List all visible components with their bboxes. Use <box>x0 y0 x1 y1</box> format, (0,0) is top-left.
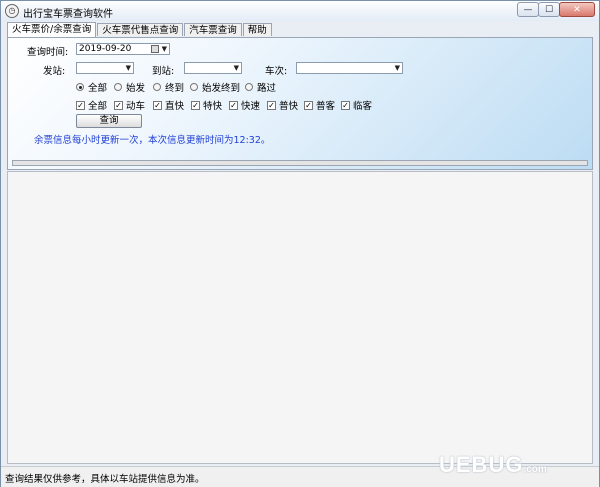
calendar-icon[interactable] <box>151 45 159 53</box>
radio-dot-icon <box>153 83 161 91</box>
minimize-button[interactable]: — <box>517 2 539 17</box>
date-picker[interactable]: 2019-09-20 ▼ <box>76 43 170 55</box>
radio-origin-terminal[interactable]: 始发终到 <box>190 80 240 94</box>
radio-label: 路过 <box>257 83 277 94</box>
check-label: 全部 <box>88 101 108 112</box>
tab-agency-query[interactable]: 火车票代售点查询 <box>97 23 184 36</box>
to-station-select[interactable]: ▼ <box>184 62 242 74</box>
progress-bar <box>12 160 588 166</box>
results-area[interactable] <box>7 171 593 464</box>
radio-label: 始发 <box>126 83 146 94</box>
check-all[interactable]: ✓ 全部 <box>76 98 107 112</box>
checkmark-icon: ✓ <box>229 100 238 110</box>
check-label: 普客 <box>316 101 336 112</box>
check-direct-express[interactable]: ✓ 直快 <box>153 98 184 112</box>
watermark-text: UEBUG <box>439 452 524 477</box>
check-label: 动车 <box>126 101 146 112</box>
watermark-suffix: .com <box>523 464 547 475</box>
chevron-down-icon[interactable]: ▼ <box>395 63 400 73</box>
check-label: 普快 <box>279 101 299 112</box>
update-info-text: 余票信息每小时更新一次，本次信息更新时间为12:32。 <box>34 135 271 146</box>
window-title: 出行宝车票查询软件 <box>23 9 113 20</box>
query-button[interactable]: 查询 <box>76 114 142 128</box>
checkmark-icon: ✓ <box>153 100 162 110</box>
tab-bus-ticket[interactable]: 汽车票查询 <box>184 23 242 36</box>
check-ordinary-express[interactable]: ✓ 普快 <box>267 98 298 112</box>
date-label: 查询时间: <box>27 47 69 58</box>
checkmark-icon: ✓ <box>304 100 313 110</box>
train-label: 车次: <box>265 66 288 77</box>
radio-passing[interactable]: 路过 <box>245 80 276 94</box>
check-label: 快速 <box>241 101 261 112</box>
title-bar[interactable]: ◷ 出行宝车票查询软件 — ☐ ✕ <box>1 1 599 21</box>
from-station-select[interactable]: ▼ <box>76 62 134 74</box>
checkmark-icon: ✓ <box>191 100 200 110</box>
check-fast[interactable]: ✓ 快速 <box>229 98 260 112</box>
check-label: 直快 <box>165 101 185 112</box>
maximize-button[interactable]: ☐ <box>538 2 560 17</box>
chevron-down-icon[interactable]: ▼ <box>126 63 131 73</box>
checkmark-icon: ✓ <box>267 100 276 110</box>
clock-icon: ◷ <box>5 4 19 18</box>
radio-label: 全部 <box>88 83 108 94</box>
to-label: 到站: <box>152 66 175 77</box>
radio-dot-icon <box>114 83 122 91</box>
tab-ticket-price[interactable]: 火车票价/余票查询 <box>7 22 97 37</box>
tab-help[interactable]: 帮助 <box>242 23 272 36</box>
check-emu[interactable]: ✓ 动车 <box>114 98 145 112</box>
radio-dot-icon <box>190 83 198 91</box>
radio-all[interactable]: 全部 <box>76 80 107 94</box>
checkmark-icon: ✓ <box>76 100 85 110</box>
check-temporary[interactable]: ✓ 临客 <box>341 98 372 112</box>
chevron-down-icon[interactable]: ▼ <box>162 44 167 54</box>
radio-dot-icon <box>76 83 84 91</box>
tab-bar: 火车票价/余票查询 火车票代售点查询 汽车票查询 帮助 <box>7 22 273 37</box>
chevron-down-icon[interactable]: ▼ <box>234 63 239 73</box>
app-window: ◷ 出行宝车票查询软件 — ☐ ✕ 火车票价/余票查询 火车票代售点查询 汽车票… <box>0 0 600 487</box>
close-button[interactable]: ✕ <box>559 2 595 17</box>
status-text: 查询结果仅供参考，具体以车站提供信息为准。 <box>5 474 205 485</box>
radio-dot-icon <box>245 83 253 91</box>
watermark-logo: UEBUG.com <box>439 452 547 478</box>
radio-terminal[interactable]: 终到 <box>153 80 184 94</box>
check-ordinary-passenger[interactable]: ✓ 普客 <box>304 98 335 112</box>
radio-label: 终到 <box>165 83 185 94</box>
check-special-express[interactable]: ✓ 特快 <box>191 98 222 112</box>
date-value: 2019-09-20 <box>79 44 132 54</box>
radio-label: 始发终到 <box>202 83 241 94</box>
from-label: 发站: <box>43 66 66 77</box>
query-panel: 查询时间: 2019-09-20 ▼ 发站: ▼ 到站: ▼ 车次: ▼ 全部 <box>7 37 593 170</box>
train-number-select[interactable]: ▼ <box>296 62 403 74</box>
radio-origin[interactable]: 始发 <box>114 80 145 94</box>
window-controls: — ☐ ✕ <box>517 2 595 18</box>
checkmark-icon: ✓ <box>114 100 123 110</box>
check-label: 临客 <box>353 101 373 112</box>
check-label: 特快 <box>203 101 223 112</box>
checkmark-icon: ✓ <box>341 100 350 110</box>
